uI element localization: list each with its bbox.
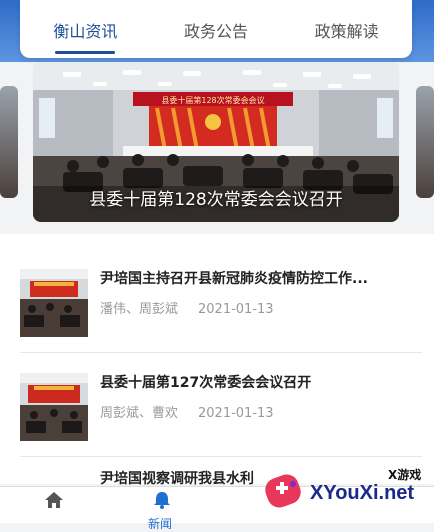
nav-news-label: 新闻 [148, 517, 173, 531]
nav-news[interactable]: 新闻 [148, 491, 172, 531]
gamepad-logo-icon [265, 474, 301, 508]
news-title: 县委十届第127次常委会会议召开 [100, 375, 312, 391]
watermark: X游戏 XYouXi.net [262, 462, 430, 518]
news-list: 尹培国主持召开县新冠肺炎疫情防控工作... 潘伟、周彭斌 2021-01-13 县… [0, 234, 434, 486]
tab-hengshan-news[interactable]: 衡山资讯 [20, 0, 151, 58]
carousel-prev-slide[interactable] [0, 86, 18, 198]
carousel-next-slide[interactable] [416, 86, 434, 198]
news-authors: 潘伟、周彭斌 [100, 302, 179, 317]
list-item[interactable]: 尹培国主持召开县新冠肺炎疫情防控工作... 潘伟、周彭斌 2021-01-13 [20, 264, 420, 350]
watermark-small-text: X游戏 [388, 468, 422, 482]
watermark-brand-text: XYouXi.net [310, 482, 415, 504]
divider [20, 352, 422, 353]
list-item[interactable]: 县委十届第127次常委会会议召开 周彭斌、曹欢 2021-01-13 [20, 368, 420, 454]
tab-bar: 衡山资讯 政务公告 政策解读 [20, 0, 412, 58]
tab-government-notice[interactable]: 政务公告 [151, 0, 282, 58]
news-authors: 周彭斌、曹欢 [100, 406, 179, 421]
news-thumbnail [20, 269, 88, 337]
news-meta: 潘伟、周彭斌 2021-01-13 [100, 298, 274, 317]
active-tab-indicator [55, 51, 116, 54]
carousel-slide-main[interactable]: 县委十届第128次常委会会议 县委十届第128次常委会会议召开 [33, 62, 399, 222]
news-date: 2021-01-13 [198, 302, 274, 317]
divider [20, 456, 422, 457]
bell-icon [154, 492, 170, 509]
tab-policy-interpretation[interactable]: 政策解读 [281, 0, 412, 58]
news-meta: 周彭斌、曹欢 2021-01-13 [100, 402, 274, 421]
carousel-caption: 县委十届第128次常委会会议召开 [89, 190, 343, 210]
banner-sign-text: 县委十届第128次常委会会议 [161, 95, 264, 105]
news-date: 2021-01-13 [198, 406, 274, 421]
home-icon [45, 492, 63, 508]
news-title: 尹培国主持召开县新冠肺炎疫情防控工作... [100, 271, 368, 287]
tab-label: 政策解读 [314, 22, 379, 41]
news-carousel[interactable]: 县委十届第128次常委会会议 县委十届第128次常委会会议召开 [0, 62, 434, 234]
tab-label: 衡山资讯 [53, 22, 118, 41]
news-thumbnail [20, 373, 88, 441]
tab-label: 政务公告 [184, 22, 249, 41]
nav-home[interactable] [44, 491, 64, 513]
